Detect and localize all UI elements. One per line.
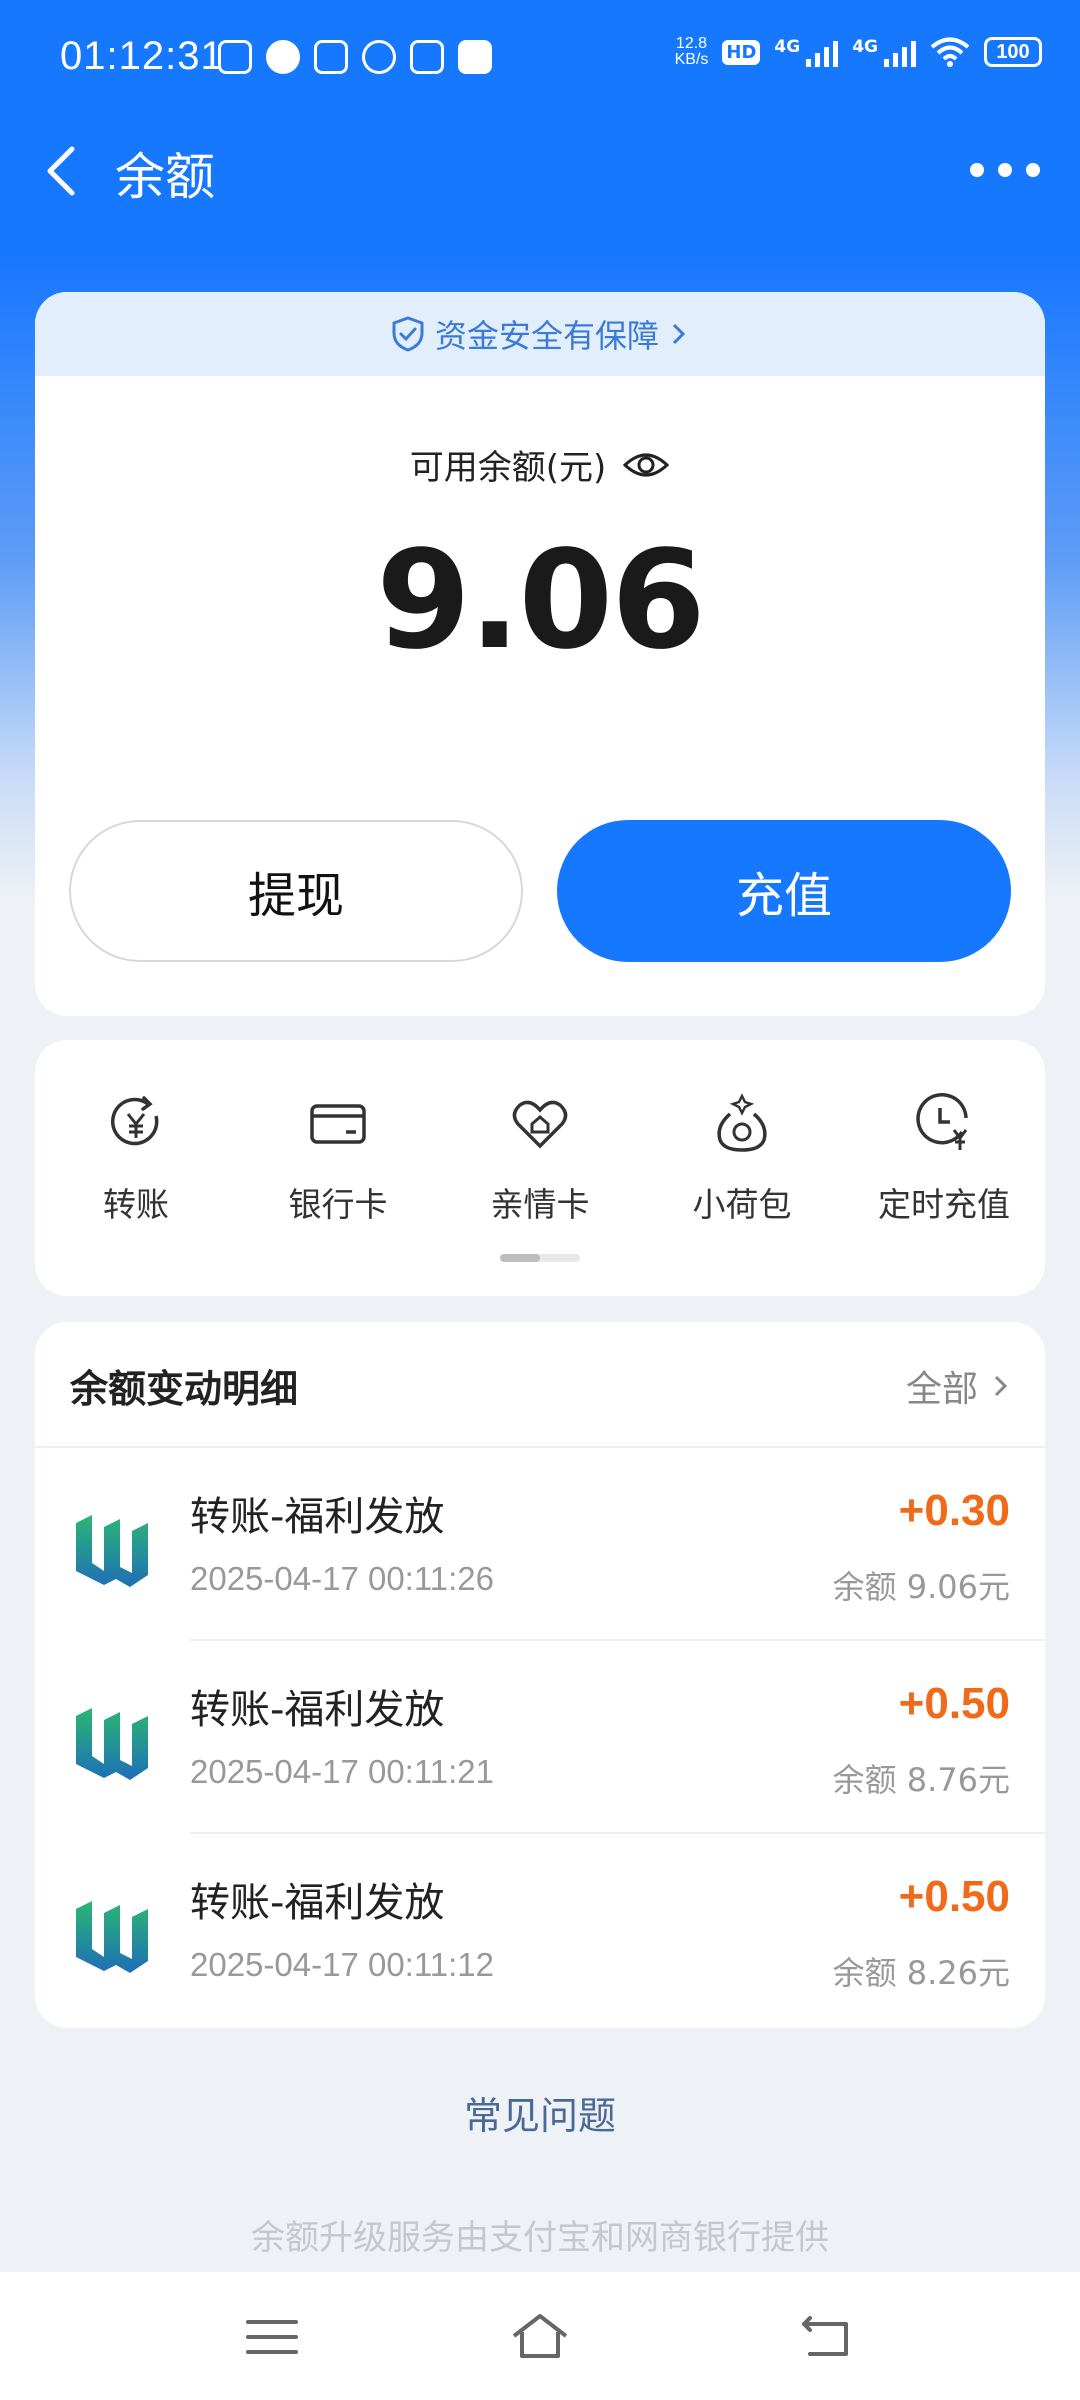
- scroll-indicator: [500, 1254, 580, 1262]
- view-all-link[interactable]: 全部: [906, 1360, 1010, 1412]
- bank-card-icon: [310, 1104, 366, 1144]
- more-dot-icon: [1026, 163, 1040, 177]
- battery-icon: 100: [984, 37, 1042, 67]
- family-card-heart-icon: [512, 1100, 568, 1149]
- more-button[interactable]: [970, 145, 1040, 195]
- chevron-left-icon: [47, 146, 75, 196]
- transaction-balance: 余额 9.06元: [832, 1568, 1010, 1606]
- qq-icon: [266, 40, 300, 74]
- action-label: 转账: [103, 1185, 169, 1224]
- home-icon[interactable]: [510, 2310, 570, 2364]
- security-text: 资金安全有保障: [434, 317, 659, 355]
- pouch-icon: [717, 1093, 767, 1152]
- balance-label-row: 可用余额(元): [35, 440, 1045, 489]
- action-transfer[interactable]: 转账: [35, 1092, 237, 1226]
- shield-check-icon: [392, 316, 424, 352]
- balance-details-card: 余额变动明细 全部 转账-福利发放 2025-04-17 00:11:26 +0…: [35, 1322, 1045, 2028]
- more-dot-icon: [998, 163, 1012, 177]
- balance-card: 资金安全有保障 可用余额(元) 9.06 提现 充值: [35, 292, 1045, 1016]
- transaction-balance: 余额 8.26元: [832, 1954, 1010, 1992]
- app-header: 余额: [0, 115, 1080, 225]
- action-label: 银行卡: [288, 1185, 388, 1224]
- menu-icon[interactable]: [242, 2310, 302, 2364]
- action-label: 定时充值: [878, 1185, 1010, 1224]
- merchant-logo-icon: [76, 1901, 148, 1973]
- recharge-button[interactable]: 充值: [557, 820, 1011, 962]
- security-banner[interactable]: 资金安全有保障: [35, 292, 1045, 376]
- notification-app-icon: [218, 40, 252, 74]
- action-pouch[interactable]: 小荷包: [641, 1092, 843, 1226]
- back-button[interactable]: [32, 135, 102, 205]
- transaction-row[interactable]: 转账-福利发放 2025-04-17 00:11:26 +0.30 余额 9.0…: [35, 1448, 1045, 1641]
- status-bar: 01:12:31 12.8 KB/s HD 4G 4G 100: [0, 0, 1080, 115]
- signal-icon: 4G: [774, 37, 839, 67]
- transfer-yen-icon: [110, 1096, 159, 1146]
- service-provider-note: 余额升级服务由支付宝和网商银行提供: [251, 2218, 829, 2258]
- transaction-title: 转账-福利发放: [190, 1687, 445, 1733]
- balance-amount: 9.06: [376, 522, 706, 680]
- wechat-icon: [362, 40, 396, 74]
- merchant-logo-icon: [76, 1708, 148, 1780]
- notification-icons: [218, 40, 492, 74]
- balance-label: 可用余额(元): [409, 448, 607, 488]
- details-header: 余额变动明细 全部: [35, 1322, 1045, 1448]
- action-family-card[interactable]: 亲情卡: [439, 1092, 641, 1226]
- hd-icon: HD: [722, 39, 761, 65]
- network-speed: 12.8 KB/s: [674, 35, 709, 68]
- chevron-right-icon: [994, 1375, 1008, 1397]
- system-nav-bar: [0, 2272, 1080, 2400]
- more-dot-icon: [970, 163, 984, 177]
- transaction-time: 2025-04-17 00:11:26: [190, 1560, 494, 1597]
- withdraw-button[interactable]: 提现: [69, 820, 523, 962]
- action-label: 亲情卡: [490, 1185, 590, 1224]
- transaction-row[interactable]: 转账-福利发放 2025-04-17 00:11:12 +0.50 余额 8.2…: [35, 1834, 1045, 2027]
- transaction-balance: 余额 8.76元: [832, 1761, 1010, 1799]
- details-title: 余额变动明细: [70, 1367, 299, 1411]
- transaction-title: 转账-福利发放: [190, 1494, 445, 1540]
- scheduled-recharge-icon: [916, 1092, 968, 1150]
- signal-icon: 4G: [852, 37, 916, 67]
- status-time: 01:12:31: [60, 34, 224, 78]
- transaction-amount: +0.50: [898, 1872, 1010, 1921]
- merchant-logo-icon: [76, 1515, 148, 1587]
- quick-actions-card: 转账 银行卡 亲情卡 小荷包 定时充值: [35, 1040, 1045, 1296]
- transaction-title: 转账-福利发放: [190, 1880, 445, 1926]
- chevron-right-icon: [672, 323, 686, 345]
- alipay-icon: [410, 40, 444, 74]
- notification-app-icon: [314, 40, 348, 74]
- action-scheduled-recharge[interactable]: 定时充值: [843, 1092, 1045, 1226]
- back-nav-icon[interactable]: [796, 2310, 856, 2364]
- faq-link[interactable]: 常见问题: [0, 2085, 1080, 2140]
- transaction-amount: +0.30: [898, 1486, 1010, 1535]
- transaction-amount: +0.50: [898, 1679, 1010, 1728]
- action-label: 小荷包: [692, 1185, 792, 1224]
- transaction-row[interactable]: 转账-福利发放 2025-04-17 00:11:21 +0.50 余额 8.7…: [35, 1641, 1045, 1834]
- transaction-time: 2025-04-17 00:11:12: [190, 1946, 494, 1983]
- eye-icon[interactable]: [622, 447, 670, 483]
- wifi-icon: [930, 37, 970, 67]
- transaction-time: 2025-04-17 00:11:21: [190, 1753, 494, 1790]
- quick-actions-row: 转账 银行卡 亲情卡 小荷包 定时充值: [35, 1092, 1045, 1226]
- status-indicators: 12.8 KB/s HD 4G 4G 100: [675, 36, 1042, 68]
- message-icon: [458, 40, 492, 74]
- page-title: 余额: [115, 148, 215, 206]
- action-bank-card[interactable]: 银行卡: [237, 1092, 439, 1226]
